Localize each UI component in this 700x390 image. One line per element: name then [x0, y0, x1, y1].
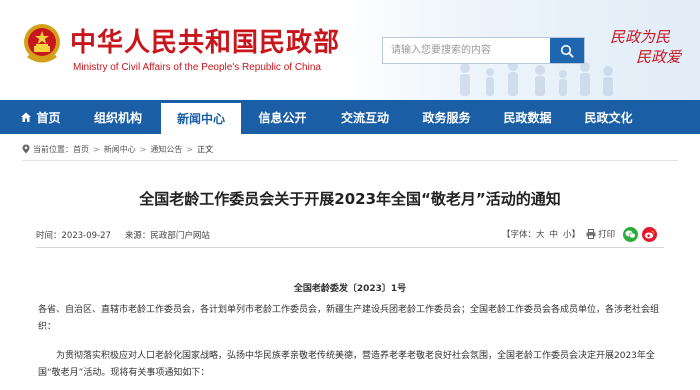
- slogan-line-2: 民政爱: [636, 48, 682, 66]
- breadcrumb: 当前位置： 首页 > 新闻中心 > 通知公告 > 正文: [22, 142, 213, 156]
- slogan-line-1: 民政为民: [610, 28, 671, 46]
- printer-icon: [586, 229, 596, 239]
- meta-divider: [36, 247, 664, 248]
- home-icon: [20, 111, 32, 123]
- breadcrumb-current: 正文: [197, 144, 214, 154]
- weibo-share-button[interactable]: [642, 226, 658, 242]
- site-header: 中华人民共和国民政部 Ministry of Civil Affairs of …: [0, 0, 700, 100]
- nav-item-civil-culture[interactable]: 民政文化: [568, 100, 649, 134]
- nav-item-info-disclosure[interactable]: 信息公开: [241, 100, 324, 134]
- article-paragraph: 各省、自治区、直辖市老龄工作委员会，各计划单列市老龄工作委员会，新疆生产建设兵团…: [38, 305, 660, 332]
- nav-item-gov-services[interactable]: 政务服务: [406, 100, 487, 134]
- document-number: 全国老龄委发〔2023〕1号: [293, 284, 407, 294]
- font-size-suffix: 】: [571, 230, 581, 240]
- print-button[interactable]: 打印: [586, 228, 615, 240]
- breadcrumb-prefix: 当前位置：: [33, 144, 73, 154]
- print-label: 打印: [598, 230, 616, 240]
- font-size-large[interactable]: 大: [536, 228, 545, 240]
- national-emblem-icon: [24, 24, 60, 63]
- nav-item-interaction[interactable]: 交流互动: [324, 100, 406, 134]
- breadcrumb-separator: >: [93, 144, 100, 154]
- breadcrumb-divider: [22, 160, 678, 161]
- weibo-icon: [644, 230, 655, 238]
- article-source: 来源：民政部门户网站: [124, 231, 210, 241]
- search-box: [382, 37, 585, 64]
- article-tools: 【字体： 大 中 小 】 打印: [502, 226, 658, 242]
- font-size-small[interactable]: 小: [563, 228, 572, 240]
- article-meta: 时间：2023-09-27 来源：民政部门户网站: [36, 229, 210, 241]
- family-silhouettes-decoration: [460, 61, 613, 96]
- nav-item-label: 首页: [36, 110, 61, 125]
- article-title: 全国老龄工作委员会关于开展2023年全国“敬老月”活动的通知: [139, 190, 561, 208]
- search-button[interactable]: [550, 38, 584, 63]
- breadcrumb-notices[interactable]: 通知公告: [150, 144, 182, 155]
- nav-item-civil-data[interactable]: 民政数据: [487, 100, 568, 134]
- site-subtitle: Ministry of Civil Affairs of the People'…: [73, 62, 321, 73]
- breadcrumb-separator: >: [186, 144, 194, 154]
- font-size-prefix: 【字体：: [502, 230, 537, 240]
- article-paragraph: 为贯彻落实积极应对人口老龄化国家战略，弘扬中华民族孝亲敬老传统美德，营造养老孝老…: [38, 351, 655, 378]
- main-nav: 首页 组织机构 新闻中心 信息公开 交流互动 政务服务 民政数据 民政文化: [0, 100, 700, 134]
- breadcrumb-separator: >: [139, 144, 147, 154]
- search-icon: [560, 44, 574, 58]
- nav-item-news-center[interactable]: 新闻中心: [161, 100, 241, 134]
- font-size-medium[interactable]: 中: [550, 228, 559, 240]
- search-input[interactable]: [383, 38, 550, 63]
- nav-item-organization[interactable]: 组织机构: [75, 100, 161, 134]
- slogan-calligraphy: 民政为民 民政爱: [610, 26, 700, 76]
- location-pin-icon: [22, 144, 30, 154]
- wechat-icon: [625, 230, 636, 238]
- wechat-share-button[interactable]: [623, 226, 639, 242]
- site-title[interactable]: 中华人民共和国民政部: [70, 22, 340, 59]
- nav-item-home[interactable]: 首页: [0, 100, 75, 134]
- breadcrumb-home[interactable]: 首页: [73, 144, 89, 155]
- breadcrumb-news-center[interactable]: 新闻中心: [104, 144, 136, 155]
- publish-time: 时间：2023-09-27: [36, 231, 111, 241]
